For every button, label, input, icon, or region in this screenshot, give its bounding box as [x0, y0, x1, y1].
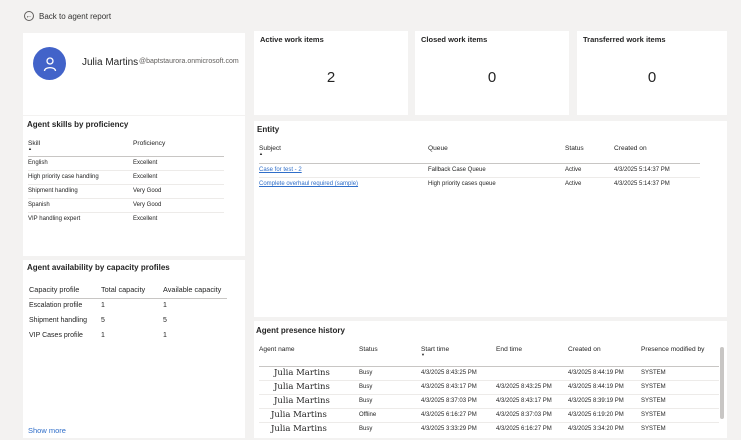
show-more-link[interactable]: Show more: [28, 426, 66, 435]
presence-col-end[interactable]: End time: [496, 346, 568, 366]
table-row: Escalation profile 1 1: [29, 302, 167, 310]
sort-up-icon: ▲: [259, 151, 263, 156]
presence-title: Agent presence history: [256, 326, 345, 335]
metric-title: Transferred work items: [583, 35, 666, 44]
table-row: English Excellent: [28, 156, 224, 171]
metric-value: 0: [647, 69, 657, 86]
metric-value: 2: [326, 69, 336, 86]
entity-col-created-on[interactable]: Created on: [614, 145, 700, 163]
metric-value: 0: [487, 69, 497, 86]
table-row: Shipment handling Very Good: [28, 184, 224, 199]
back-to-agent-report-link[interactable]: ← Back to agent report: [24, 11, 111, 21]
profile-name: Julia Martins: [82, 57, 139, 68]
avatar: [33, 47, 66, 80]
skills-table: Skill ▲ Proficiency English Excellent High…: [28, 140, 224, 226]
presence-table: Agent name Status Start time ▼ End time C…: [259, 346, 719, 436]
entity-col-queue[interactable]: Queue: [428, 145, 565, 163]
skills-col-proficiency[interactable]: Proficiency: [133, 140, 224, 156]
table-row: Julia Martins Busy 4/3/2025 8:43:17 PM 4…: [259, 380, 719, 395]
presence-col-status[interactable]: Status: [359, 346, 421, 366]
sort-up-icon: ▲: [28, 146, 32, 151]
capacity-title: Agent availability by capacity profiles: [27, 263, 170, 272]
presence-col-agent[interactable]: Agent name: [259, 346, 359, 366]
entity-col-status[interactable]: Status: [565, 145, 614, 163]
presence-col-start[interactable]: Start time ▼: [421, 346, 496, 366]
table-row: High priority case handling Excellent: [28, 170, 224, 185]
table-row: Julia Martins Busy 4/3/2025 8:43:25 PM 4…: [259, 366, 719, 381]
profile-email: @baptstaurora.onmicrosoft.com: [139, 58, 239, 65]
case-link[interactable]: Complete overhaul required (sample): [259, 181, 358, 187]
metric-card-transferred: Transferred work items 0: [577, 31, 727, 115]
entity-col-subject[interactable]: Subject ▲: [259, 145, 428, 163]
presence-col-created[interactable]: Created on: [568, 346, 641, 366]
person-icon: [43, 56, 56, 71]
table-row: Case for test - 2 Fallback Case Queue Ac…: [259, 163, 700, 178]
skills-title: Agent skills by proficiency: [27, 120, 129, 129]
metric-title: Closed work items: [421, 35, 488, 44]
entity-title: Entity: [257, 125, 280, 134]
metric-card-active: Active work items 2: [254, 31, 408, 115]
table-row: Julia Martins Busy 4/3/2025 3:33:29 PM 4…: [271, 424, 666, 435]
capacity-col-profile[interactable]: Capacity profile: [29, 281, 101, 298]
table-row: Spanish Very Good: [28, 198, 224, 213]
skills-col-skill[interactable]: Skill ▲: [28, 140, 133, 156]
capacity-table: Capacity profile Total capacity Availabl…: [29, 281, 227, 343]
presence-col-modified-by[interactable]: Presence modified by: [641, 346, 719, 366]
table-row: Julia Martins Offline 4/3/2025 6:16:27 P…: [259, 408, 719, 423]
table-row: Shipment handling 5 5: [29, 317, 167, 324]
case-link[interactable]: Case for test - 2: [259, 167, 302, 173]
table-row: VIP handling expert Excellent: [28, 216, 158, 223]
entity-table: Subject ▲ Queue Status Created on Case fo…: [259, 145, 700, 191]
metric-card-closed: Closed work items 0: [415, 31, 569, 115]
table-row: Julia Martins Busy 4/3/2025 8:37:03 PM 4…: [259, 394, 719, 409]
capacity-col-total[interactable]: Total capacity: [101, 281, 163, 298]
back-label: Back to agent report: [39, 11, 112, 21]
presence-scrollbar[interactable]: [720, 347, 724, 419]
metric-title: Active work items: [260, 35, 324, 44]
table-row: Complete overhaul required (sample) High…: [259, 181, 670, 188]
capacity-col-available[interactable]: Available capacity: [163, 281, 227, 298]
table-row: VIP Cases profile 1 1: [29, 332, 167, 339]
back-arrow-icon: ←: [24, 11, 34, 21]
sort-down-icon: ▼: [421, 352, 425, 357]
